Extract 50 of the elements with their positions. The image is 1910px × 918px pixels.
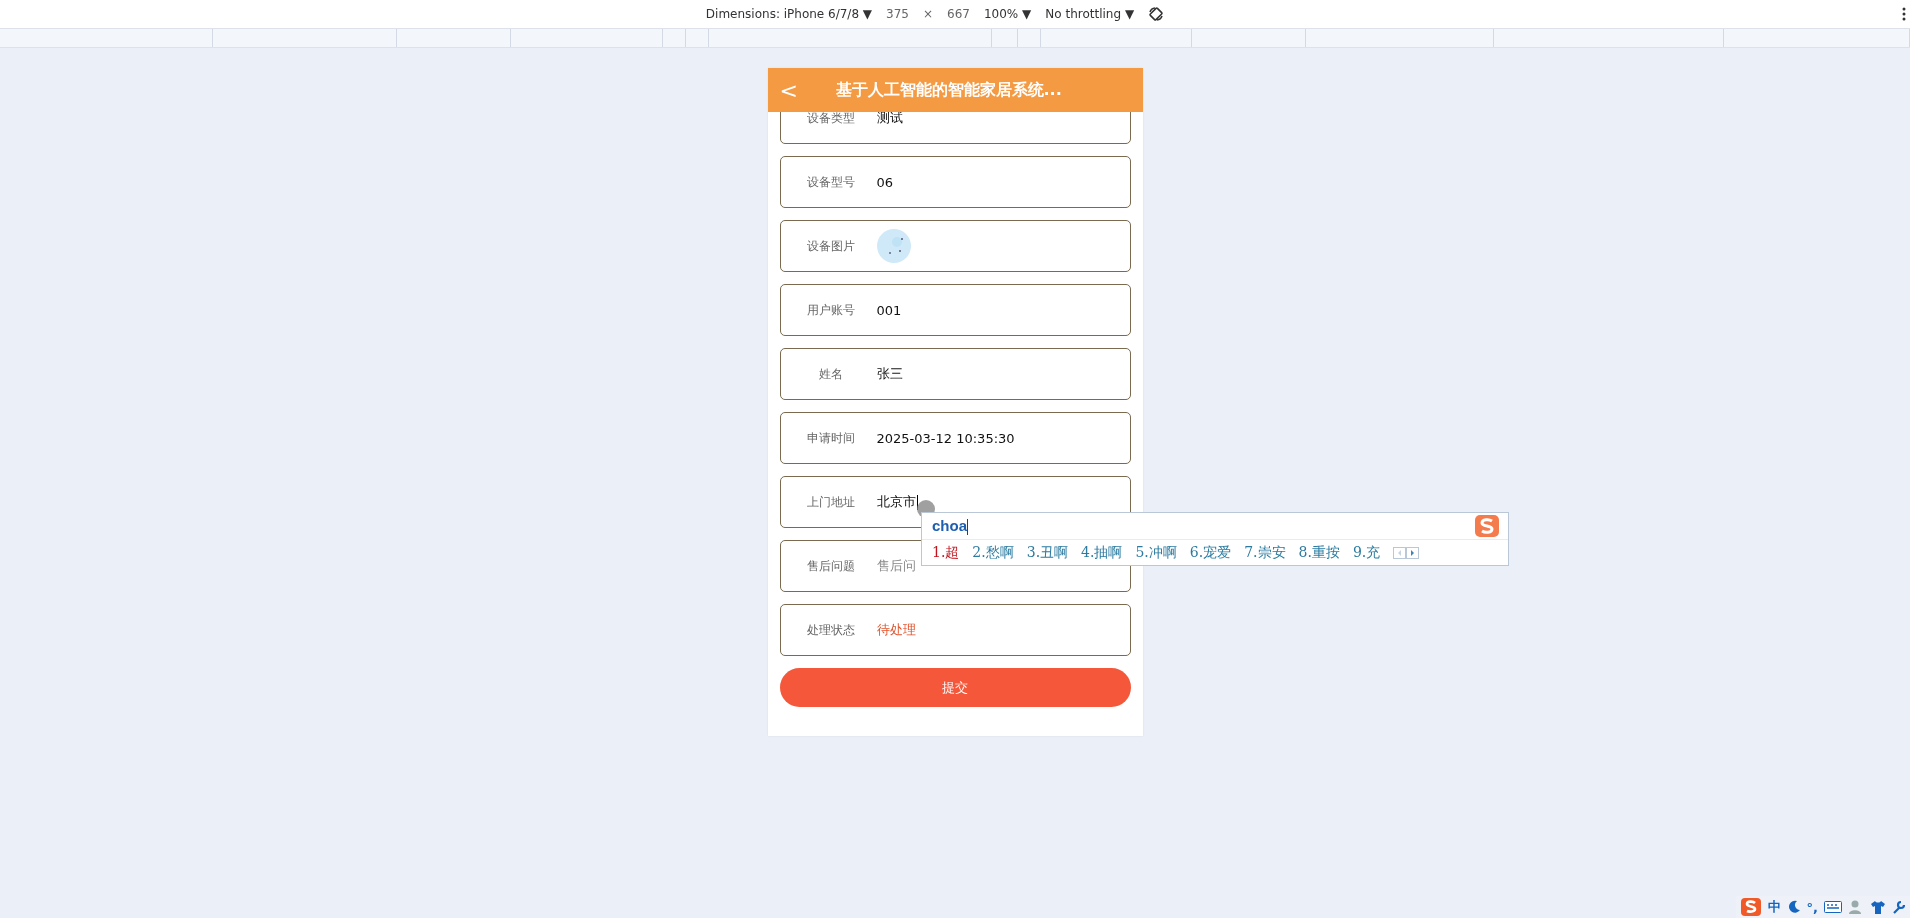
form-field[interactable]: 姓名 张三	[779, 348, 1131, 400]
field-label: 设备型号	[805, 173, 856, 191]
submit-button[interactable]: 提交	[779, 668, 1131, 707]
page-title: 基于人工智能的智能家居系统...	[834, 79, 1063, 101]
form-field[interactable]: 申请时间 2025-03-12 10:35:30	[779, 412, 1131, 464]
ime-candidate[interactable]: 3.丑啊	[1026, 543, 1069, 562]
field-label: 上门地址	[805, 493, 856, 511]
device-dropdown[interactable]: Dimensions: iPhone 6/7/8 ▼	[705, 7, 873, 21]
field-value: 001	[876, 302, 902, 318]
form-field[interactable]: 设备图片	[779, 220, 1131, 272]
field-label: 申请时间	[805, 429, 856, 447]
form-field[interactable]: 设备型号 06	[779, 156, 1131, 208]
ime-candidate[interactable]: 1.超	[932, 543, 960, 562]
ime-candidate[interactable]: 7.崇安	[1244, 543, 1286, 562]
keyboard-icon[interactable]	[1824, 901, 1842, 913]
width-value: 375	[886, 7, 909, 21]
status-value: 待处理	[876, 621, 916, 639]
sogou-logo-icon[interactable]	[1739, 897, 1762, 917]
zoom-dropdown[interactable]: 100% ▼	[983, 7, 1032, 21]
ime-candidate[interactable]: 2.愁啊	[972, 543, 1014, 562]
language-mode[interactable]: 中	[1767, 898, 1781, 916]
times-sign: ×	[923, 7, 934, 21]
shirt-icon[interactable]	[1870, 900, 1886, 914]
field-label: 用户账号	[805, 301, 856, 319]
ime-candidate[interactable]: 5.冲啊	[1135, 543, 1177, 562]
field-value: 张三	[876, 365, 903, 383]
field-label: 设备类型	[805, 112, 856, 127]
height-value: 667	[947, 7, 970, 21]
field-label: 姓名	[817, 365, 844, 383]
menu-icon[interactable]	[1902, 7, 1906, 21]
field-label: 设备图片	[805, 237, 856, 255]
form-field[interactable]: 设备类型 测试	[779, 112, 1131, 144]
punctuation-mode[interactable]: °,	[1806, 899, 1818, 915]
form-field[interactable]: 用户账号 001	[779, 284, 1131, 336]
field-value: 2025-03-12 10:35:30	[876, 430, 1015, 446]
ime-candidate[interactable]: 6.宠爱	[1189, 543, 1232, 562]
rotate-icon[interactable]	[1148, 6, 1165, 22]
field-value: 测试	[876, 112, 903, 127]
field-label: 处理状态	[805, 621, 856, 639]
field-value: 北京市	[876, 493, 918, 511]
form-field[interactable]: 处理状态 待处理	[779, 604, 1131, 656]
throttling-dropdown[interactable]: No throttling ▼	[1045, 7, 1135, 21]
moon-icon[interactable]	[1786, 900, 1801, 914]
field-placeholder: 售后问	[876, 557, 916, 575]
field-value: 06	[876, 174, 894, 190]
wrench-icon[interactable]	[1892, 900, 1906, 914]
field-label: 售后问题	[805, 557, 856, 575]
ime-candidate[interactable]: 9.充	[1352, 543, 1381, 562]
ime-candidate[interactable]: 4.抽啊	[1081, 543, 1123, 562]
ime-candidate[interactable]: 8.重按	[1298, 543, 1340, 562]
